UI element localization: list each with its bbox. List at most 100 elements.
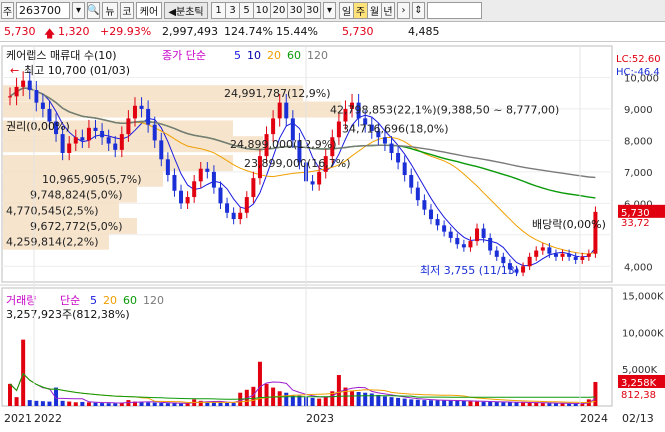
- interval-selector[interactable]: ◀분초틱: [164, 2, 208, 19]
- next-arrow-icon[interactable]: ›: [397, 2, 410, 19]
- volume-current-value: 3,258K: [621, 378, 657, 389]
- search-icon[interactable]: 🔍: [87, 2, 100, 19]
- volume-bar: [231, 403, 236, 406]
- volume-bar: [218, 402, 223, 406]
- volume-bar: [80, 401, 85, 406]
- volume-value: 2,997,493: [162, 25, 218, 38]
- x-axis-label: 02/13: [622, 412, 654, 425]
- volume-profile-label: 24,899,000(12,9%): [230, 138, 337, 151]
- volume-pct-tag: 812,38: [621, 390, 656, 401]
- candle: [435, 219, 440, 226]
- volume-peak-label: 3,257,923주(812,38%): [6, 308, 130, 321]
- interval-1[interactable]: 1: [211, 2, 225, 19]
- name-button[interactable]: 코: [120, 2, 134, 19]
- volume-bar: [277, 391, 282, 406]
- x-axis-label: 2023: [306, 412, 334, 425]
- volume-bar: [455, 400, 460, 406]
- volume-bar: [152, 402, 157, 406]
- candle: [290, 118, 295, 141]
- interval-5[interactable]: 5: [239, 2, 253, 19]
- volume-bar: [468, 401, 473, 406]
- stock-chart[interactable]: 10,0009,0008,0007,0006,0004,000LC:52.60H…: [0, 44, 665, 432]
- interval-20[interactable]: 20: [270, 2, 287, 19]
- extra-input[interactable]: [427, 2, 482, 19]
- dropdown-chevron-icon[interactable]: ▾: [72, 2, 85, 19]
- stock-name-field[interactable]: 케어: [136, 2, 162, 19]
- candle: [271, 118, 276, 135]
- candle: [448, 231, 453, 238]
- volume-bar: [527, 402, 532, 406]
- ma-legend-label: 종가 단순: [162, 49, 206, 62]
- volume-bar: [185, 403, 190, 406]
- volume-bar: [507, 402, 512, 406]
- interval-30[interactable]: 30: [287, 2, 304, 19]
- interval-10[interactable]: 10: [253, 2, 270, 19]
- x-axis-label: 2024: [580, 412, 608, 425]
- tab-month[interactable]: 월: [367, 2, 381, 19]
- volume-legend-title: 거래량: [6, 294, 36, 307]
- volume-bar: [297, 395, 302, 406]
- candle: [113, 143, 118, 150]
- candle: [218, 187, 223, 204]
- candle: [185, 197, 190, 204]
- tab-day[interactable]: 일: [339, 2, 353, 19]
- volume-bar: [86, 402, 91, 406]
- low-annotation: 최저 3,755 (11/13): [420, 264, 519, 277]
- market-mode-button[interactable]: 주: [1, 2, 14, 19]
- candle: [389, 143, 394, 153]
- volume-bar: [409, 399, 414, 406]
- volume-bar: [40, 401, 45, 406]
- price-y-tick: 8,000: [624, 136, 653, 147]
- toolbar: 주 263700 ▾ 🔍 뉴 코 케어 ◀분초틱 1 3 5 10 20 30 …: [0, 0, 665, 22]
- candle: [540, 247, 545, 251]
- volume-bar: [396, 397, 401, 406]
- volume-bar: [67, 401, 72, 406]
- candle: [442, 225, 447, 232]
- volume-bar: [448, 400, 453, 406]
- volume-bar: [514, 402, 519, 406]
- volume-bar: [159, 403, 164, 406]
- volume-bar: [179, 403, 184, 406]
- interval-custom[interactable]: 30: [304, 2, 321, 19]
- sort-arrows-icon[interactable]: ⇕: [412, 2, 425, 19]
- volume-bar: [442, 400, 447, 406]
- volume-bar: [553, 403, 558, 406]
- volume-bar: [14, 397, 19, 406]
- volume-bar: [284, 392, 289, 406]
- rights-annotation: 권리(0,00%): [6, 120, 70, 133]
- candle: [152, 124, 157, 141]
- turnover-rate: 15.44%: [276, 25, 318, 38]
- candle: [422, 200, 427, 210]
- tab-year[interactable]: 년: [381, 2, 395, 19]
- volume-bar: [323, 396, 328, 406]
- volume-bar: [310, 397, 315, 406]
- interval-buttons: 1 3 5 10 20 30 30: [211, 2, 321, 19]
- candle: [415, 187, 420, 201]
- candle: [179, 190, 184, 204]
- volume-y-tick: 15,000K: [622, 291, 664, 302]
- volume-bar: [47, 401, 52, 406]
- volume-profile-bar: [3, 136, 263, 153]
- volume-bar: [501, 402, 506, 406]
- volume-bar: [494, 402, 499, 406]
- tab-week[interactable]: 주: [353, 2, 367, 19]
- stock-code-input[interactable]: 263700: [16, 2, 70, 19]
- volume-profile-label: 4,259,814(2,2%): [6, 236, 99, 249]
- lc-label: LC:52.60: [616, 54, 661, 65]
- volume-profile-label: 9,672,772(5,0%): [30, 220, 123, 233]
- candle: [231, 212, 236, 220]
- candle: [560, 253, 565, 257]
- candle: [139, 105, 144, 109]
- volume-bar: [225, 402, 230, 406]
- candle: [146, 108, 151, 125]
- candle: [580, 256, 585, 260]
- interval-dropdown-icon[interactable]: ▾: [323, 2, 336, 19]
- volume-bar: [8, 383, 12, 406]
- volume-bar: [350, 391, 355, 406]
- candle: [461, 244, 466, 248]
- candle: [106, 137, 111, 144]
- volume-bar: [475, 401, 480, 406]
- new-button[interactable]: 뉴: [102, 2, 118, 19]
- interval-3[interactable]: 3: [225, 2, 239, 19]
- volume-bar: [27, 400, 32, 406]
